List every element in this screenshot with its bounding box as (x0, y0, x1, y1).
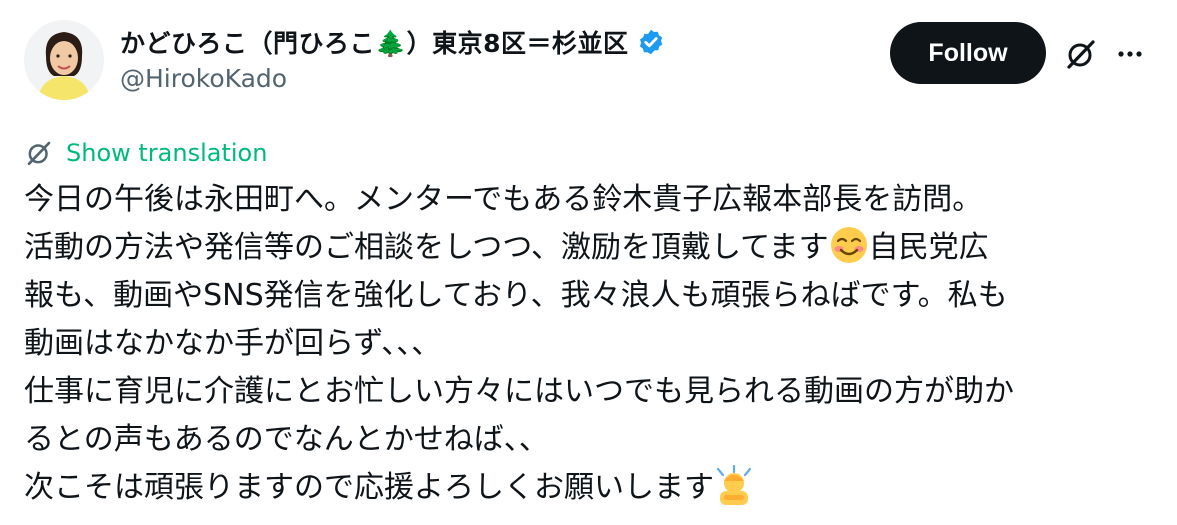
show-translation-label[interactable]: Show translation (66, 139, 267, 167)
tweet-line: 仕事に育児に介護にとお忙しい方々にはいつでも見られる動画の方が助か (24, 374, 1014, 409)
tweet-line: 今日の午後は永田町へ。メンターでもある鈴木貴子広報本部長を訪問。 (24, 182, 983, 217)
tweet-text: 今日の午後は永田町へ。メンターでもある鈴木貴子広報本部長を訪問。 活動の方法や発… (24, 176, 1164, 512)
avatar-image (24, 20, 104, 100)
verified-badge-icon[interactable] (637, 28, 665, 56)
tweet-card: かどひろこ（門ひろこ🌲）東京8区＝杉並区 @HirokoKado Follow … (0, 0, 1177, 525)
grok-icon[interactable] (1063, 36, 1099, 72)
tweet-line: 報も、動画やSNS発信を強化しており、我々浪人も頑張らねばです。私も (24, 278, 1008, 313)
person-bowing-emoji (716, 465, 752, 505)
tweet-line: 活動の方法や発信等のご相談をしつつ、激励を頂戴してます 自民党広 (24, 224, 1164, 272)
avatar[interactable] (24, 20, 104, 100)
smiling-face-emoji (830, 227, 867, 263)
more-options-icon[interactable] (1118, 50, 1142, 58)
author-display-name[interactable]: かどひろこ（門ひろこ🌲）東京8区＝杉並区 (120, 24, 629, 60)
tweet-line: 動画はなかなか手が回らず、、、 (24, 326, 442, 361)
tweet-line: 次こそは頑張りますので応援よろしくお願いします (24, 464, 1164, 512)
author-name-row: かどひろこ（門ひろこ🌲）東京8区＝杉並区 (120, 22, 665, 62)
tweet-line: るとの声もあるのでなんとかせねば、、 (24, 422, 549, 457)
translate-grok-icon (27, 141, 51, 166)
show-translation-link[interactable]: Show translation (24, 136, 267, 170)
follow-button[interactable]: Follow (890, 22, 1046, 84)
author-handle[interactable]: @HirokoKado (120, 64, 287, 93)
